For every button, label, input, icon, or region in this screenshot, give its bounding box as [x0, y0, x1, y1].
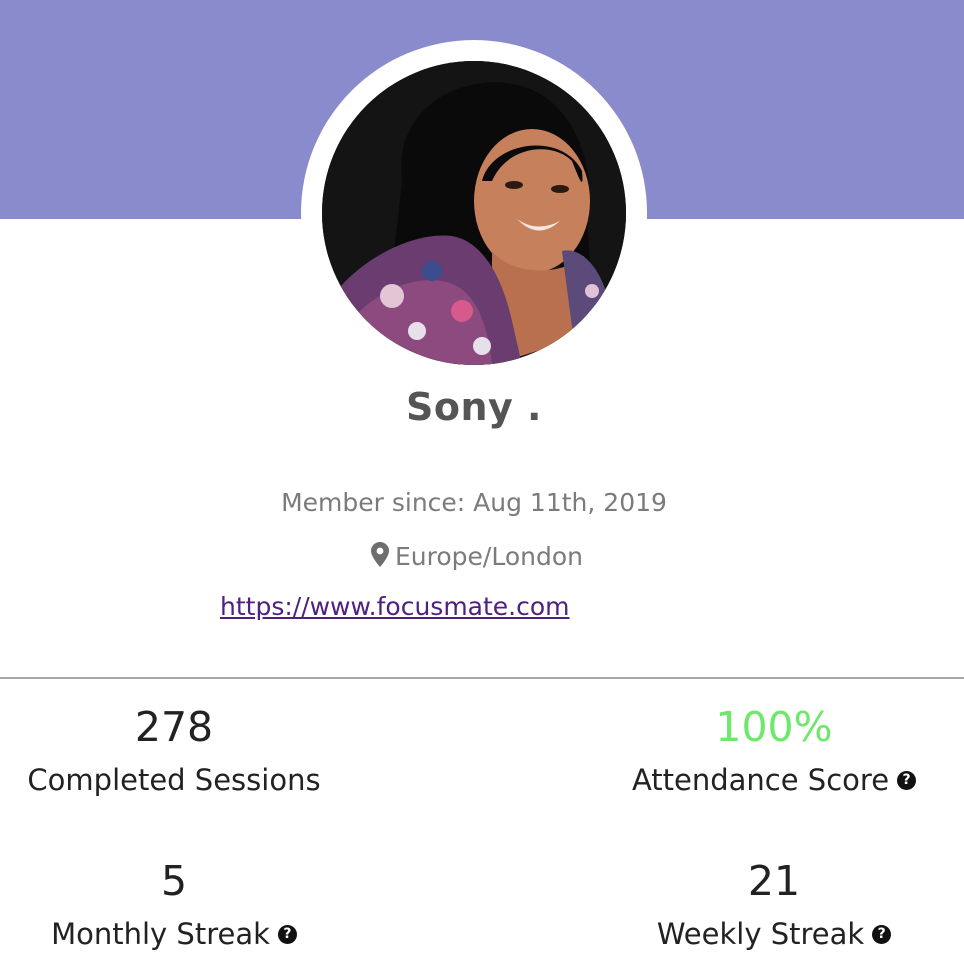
profile-page: Sony . Member since: Aug 11th, 2019 Euro…: [0, 0, 964, 964]
question-circle-icon[interactable]: ?: [277, 925, 297, 944]
stat-completed-sessions: 278 Completed Sessions: [0, 702, 348, 800]
avatar: [322, 61, 626, 365]
attendance-score-value: 100%: [715, 703, 833, 751]
location-text: Europe/London: [395, 542, 583, 571]
attendance-score-label: Attendance Score: [631, 763, 890, 797]
member-since-text: Member since: Aug 11th, 2019: [281, 488, 667, 517]
weekly-streak-label-row: Weekly Streak?: [584, 914, 964, 954]
completed-sessions-value: 278: [134, 703, 214, 751]
profile-name: Sony .: [406, 385, 542, 429]
location-row: Europe/London: [0, 542, 954, 573]
stat-monthly-streak: 5 Monthly Streak?: [0, 856, 348, 954]
avatar-photo: [322, 61, 626, 365]
attendance-score-label-row: Attendance Score?: [584, 760, 964, 800]
weekly-streak-value: 21: [747, 857, 801, 905]
stat-weekly-streak: 21 Weekly Streak?: [584, 856, 964, 954]
completed-sessions-label: Completed Sessions: [27, 763, 321, 797]
weekly-streak-label: Weekly Streak: [656, 917, 865, 951]
monthly-streak-value: 5: [160, 857, 188, 905]
map-pin-icon: [371, 542, 389, 573]
question-circle-icon[interactable]: ?: [872, 925, 892, 944]
section-divider: [0, 677, 964, 679]
website-link[interactable]: https://www.focusmate.com: [220, 592, 570, 621]
monthly-streak-label-row: Monthly Streak?: [0, 914, 348, 954]
monthly-streak-label: Monthly Streak: [51, 917, 270, 951]
stat-attendance-score: 100% Attendance Score?: [584, 702, 964, 800]
question-circle-icon[interactable]: ?: [897, 771, 917, 790]
